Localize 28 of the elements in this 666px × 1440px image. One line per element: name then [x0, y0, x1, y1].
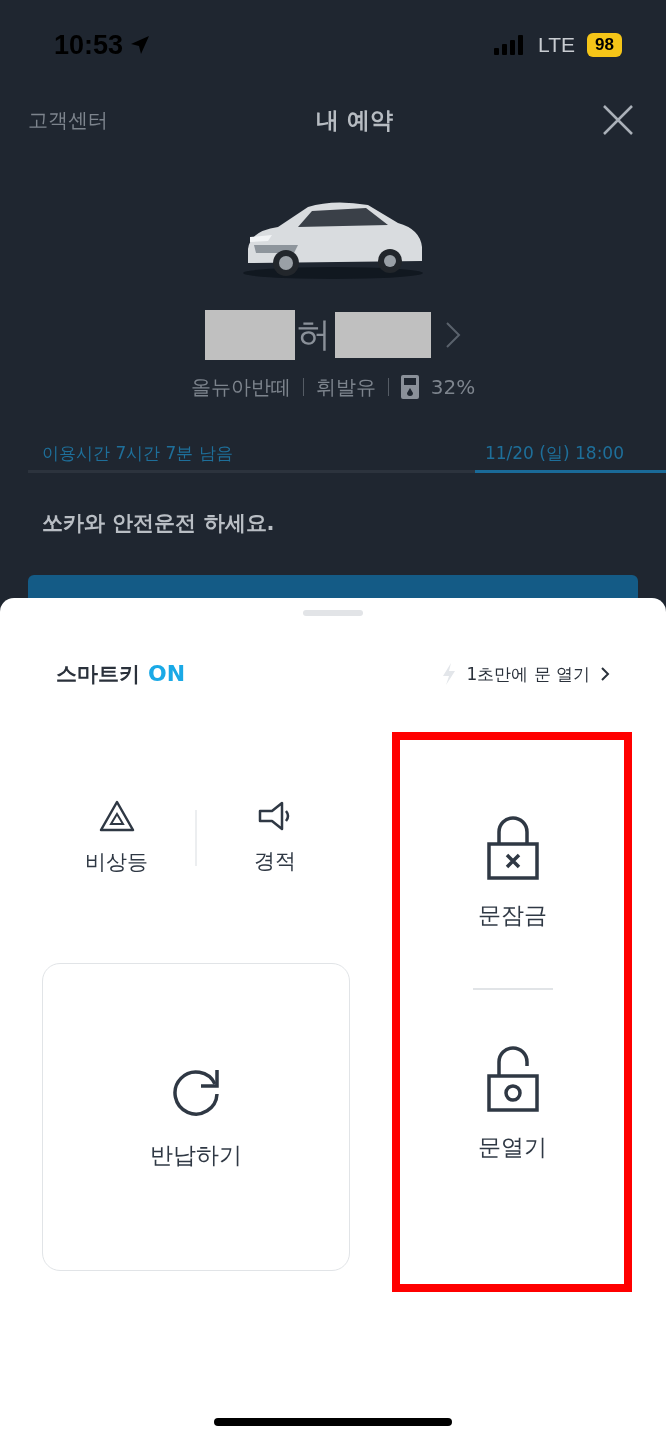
hazard-icon: [98, 800, 135, 832]
remaining-time: 이용시간 7시간 7분 남음: [42, 442, 233, 465]
fuel-level: 32%: [430, 375, 476, 399]
smart-key-status: ON: [148, 661, 186, 686]
car-model: 올뉴아반떼: [190, 373, 291, 401]
close-icon[interactable]: [602, 104, 634, 136]
return-button[interactable]: 반납하기: [42, 963, 350, 1271]
quick-open-link[interactable]: 1초만에 문 열기: [466, 662, 590, 686]
page-title: 내 예약: [316, 105, 394, 135]
battery-level: 98: [587, 33, 622, 57]
sheet-handle[interactable]: [303, 610, 363, 616]
location-icon: [129, 34, 152, 56]
customer-center-link[interactable]: 고객센터: [28, 106, 108, 134]
fuel-type: 휘발유: [315, 373, 376, 401]
safety-message: 쏘카와 안전운전 하세요.: [41, 510, 276, 537]
lightning-icon: [442, 663, 457, 685]
control-button[interactable]: 비상등: [42, 800, 191, 876]
network-label: LTE: [538, 33, 576, 57]
end-time: 11/20 (일) 18:00: [484, 442, 624, 465]
unlock-icon: [485, 1046, 540, 1112]
license-plate: 허: [296, 313, 332, 356]
control-button[interactable]: 경적: [201, 801, 350, 875]
fuel-gauge-icon: [400, 375, 419, 399]
smart-key-label: 스마트키: [56, 661, 140, 688]
chevron-right-icon[interactable]: [600, 666, 610, 682]
lock-icon: [485, 815, 540, 880]
control-button[interactable]: 문열기: [432, 1019, 593, 1190]
control-button[interactable]: 문잠금: [432, 788, 593, 958]
